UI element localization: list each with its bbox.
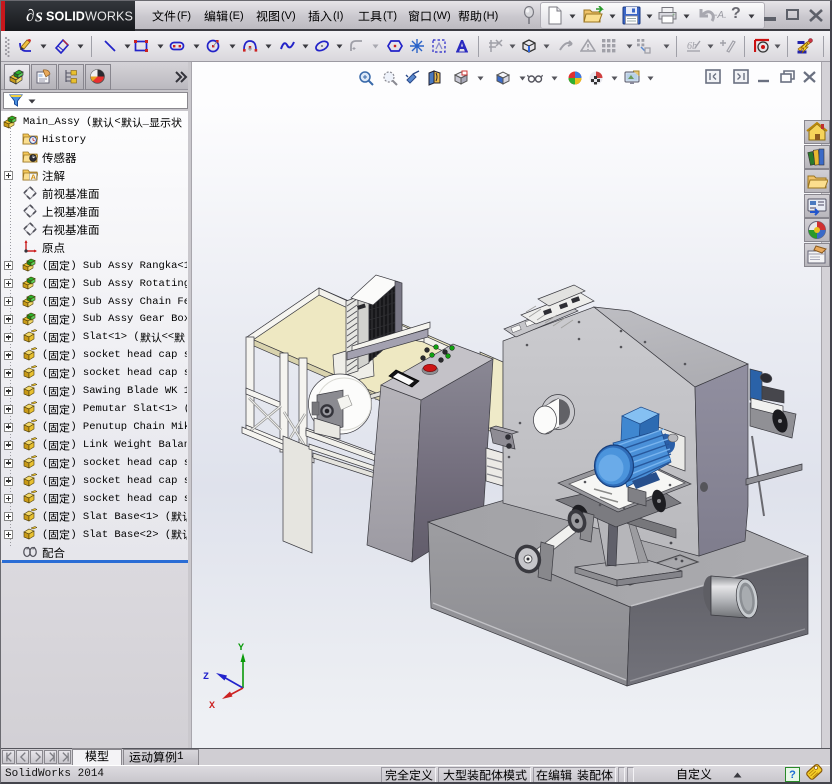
svg-text:Y: Y bbox=[238, 643, 244, 654]
svg-text:X: X bbox=[209, 701, 215, 712]
svg-text:Z: Z bbox=[203, 672, 209, 683]
svg-text:A: A bbox=[31, 173, 37, 182]
